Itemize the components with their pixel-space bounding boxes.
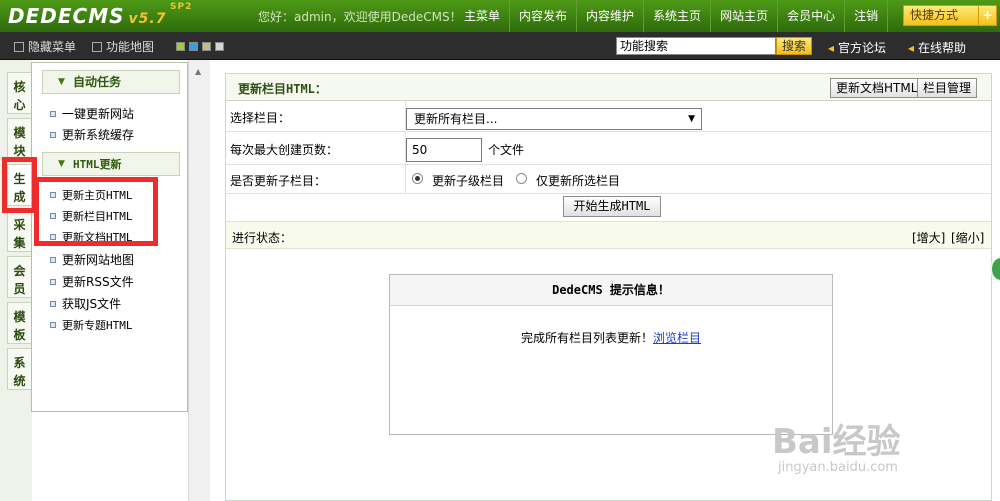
- nav-content-maintain[interactable]: 内容维护: [577, 0, 645, 32]
- welcome-text: 您好：admin，欢迎使用DedeCMS！: [258, 10, 462, 24]
- skin-tan-swatch[interactable]: [202, 42, 211, 51]
- module-tabs: 核心 模块 生成 采集 会员 模板 系统: [0, 60, 32, 501]
- speaker-icon: ◂: [828, 41, 835, 55]
- plus-icon: +: [978, 6, 996, 25]
- nav-logout[interactable]: 注销: [845, 0, 889, 32]
- watermark-logo: Bai经验: [772, 422, 901, 462]
- tab-modules[interactable]: 模块: [7, 118, 31, 160]
- skin-green-swatch[interactable]: [176, 42, 185, 51]
- tab-core[interactable]: 核心: [7, 72, 31, 114]
- nav-site-home[interactable]: 网站主页: [711, 0, 779, 32]
- tab-collect[interactable]: 采集: [7, 210, 31, 252]
- bullet-icon: [50, 322, 56, 328]
- dropdown-arrow-icon: ▼: [688, 114, 695, 124]
- site-map-button[interactable]: 功能地图: [92, 38, 154, 55]
- tab-members[interactable]: 会员: [7, 256, 31, 298]
- menu-icon: [14, 42, 24, 52]
- tab-templates[interactable]: 模板: [7, 302, 31, 344]
- bullet-icon: [50, 279, 56, 285]
- skin-blue-swatch[interactable]: [189, 42, 198, 51]
- nav-system-home[interactable]: 系统主页: [644, 0, 712, 32]
- grid-icon: [92, 42, 102, 52]
- update-docs-html-button[interactable]: 更新文档HTML: [830, 78, 924, 98]
- message-text: 完成所有栏目列表更新！浏览栏目: [520, 331, 702, 345]
- column-select[interactable]: 更新所有栏目... ▼: [406, 108, 702, 130]
- bullet-icon: [50, 132, 56, 138]
- menu-group-auto-tasks[interactable]: ▼ 自动任务: [42, 70, 180, 94]
- menu-item-get-js[interactable]: 获取JS文件: [50, 295, 121, 312]
- radio-update-selected-label: 仅更新所选栏目: [536, 174, 621, 188]
- page-title: 更新栏目HTML：: [238, 82, 327, 96]
- function-search-input[interactable]: 功能搜索: [616, 37, 776, 55]
- menu-scrollbar[interactable]: ▲: [188, 60, 210, 501]
- top-nav: 主菜单 内容发布 内容维护 系统主页 网站主页 会员中心 注销: [455, 0, 889, 32]
- tab-system[interactable]: 系统: [7, 348, 31, 390]
- hide-menu-button[interactable]: 隐藏菜单: [14, 38, 76, 55]
- highlight-generate-tab: [2, 157, 37, 213]
- quick-menu-button[interactable]: 快捷方式 +: [903, 5, 997, 26]
- enlarge-link[interactable]: [增大]: [912, 229, 945, 246]
- radio-update-sub[interactable]: [412, 173, 423, 184]
- message-title: DedeCMS 提示信息！: [390, 275, 832, 306]
- search-button[interactable]: 搜索: [776, 37, 812, 55]
- menu-item-update-sitemap[interactable]: 更新网站地图: [50, 251, 134, 268]
- update-subcolumn-label: 是否更新子栏目：: [230, 174, 327, 188]
- form-row-subcolumn: 是否更新子栏目： 更新子级栏目 仅更新所选栏目: [226, 165, 991, 194]
- collapse-arrow-icon: ▼: [58, 77, 65, 87]
- select-column-label: 选择栏目：: [230, 111, 291, 125]
- progress-status-bar: 进行状态： [增大] [缩小]: [226, 221, 991, 249]
- progress-status-label: 进行状态：: [232, 231, 293, 245]
- pages-unit-label: 个文件: [488, 143, 525, 157]
- max-pages-label: 每次最大创建页数：: [230, 143, 339, 157]
- menu-group-html-update[interactable]: ▼ HTML更新: [42, 152, 180, 176]
- max-pages-input[interactable]: 50: [406, 138, 482, 162]
- bullet-icon: [50, 301, 56, 307]
- menu-item-update-cache[interactable]: 更新系统缓存: [50, 126, 134, 143]
- watermark-url: jingyan.baidu.com: [778, 460, 898, 475]
- nav-member-center[interactable]: 会员中心: [778, 0, 846, 32]
- form-row-pages: 每次最大创建页数： 个文件: [226, 132, 991, 165]
- skin-gray-swatch[interactable]: [215, 42, 224, 51]
- radio-update-sub-label: 更新子级栏目: [432, 174, 505, 188]
- bullet-icon: [50, 111, 56, 117]
- scroll-up-icon[interactable]: ▲: [195, 67, 201, 76]
- online-help-link[interactable]: ◂ 在线帮助: [908, 39, 966, 56]
- dedecms-logo: DEDECMS v5.7 SP2: [8, 2, 193, 28]
- start-generate-button[interactable]: 开始生成HTML: [563, 196, 661, 217]
- baidu-watermark: Bai经验 jingyan.baidu.com: [760, 400, 1000, 501]
- panel-header: 更新栏目HTML： 更新文档HTML 栏目管理: [226, 74, 991, 101]
- browse-columns-link[interactable]: 浏览栏目: [653, 331, 701, 345]
- shrink-link[interactable]: [缩小]: [951, 229, 984, 246]
- collapse-arrow-icon: ▼: [58, 159, 65, 169]
- nav-content-publish[interactable]: 内容发布: [510, 0, 578, 32]
- top-header: DEDECMS v5.7 SP2 您好：admin，欢迎使用DedeCMS！ 主菜…: [0, 0, 1000, 32]
- radio-update-selected[interactable]: [516, 173, 527, 184]
- column-manage-button[interactable]: 栏目管理: [917, 78, 978, 98]
- bullet-icon: [50, 257, 56, 263]
- official-forum-link[interactable]: ◂ 官方论坛: [828, 39, 886, 56]
- menu-item-update-rss[interactable]: 更新RSS文件: [50, 273, 134, 290]
- tool-bar: 隐藏菜单 功能地图 功能搜索 搜索 ◂ 官方论坛 ◂ 在线帮助: [0, 32, 1000, 60]
- nav-main-menu[interactable]: 主菜单: [455, 0, 511, 32]
- speaker-icon: ◂: [908, 41, 915, 55]
- highlight-html-items: [34, 177, 158, 246]
- menu-item-update-site[interactable]: 一键更新网站: [50, 105, 134, 122]
- menu-item-update-topic-html[interactable]: 更新专题HTML: [50, 317, 133, 333]
